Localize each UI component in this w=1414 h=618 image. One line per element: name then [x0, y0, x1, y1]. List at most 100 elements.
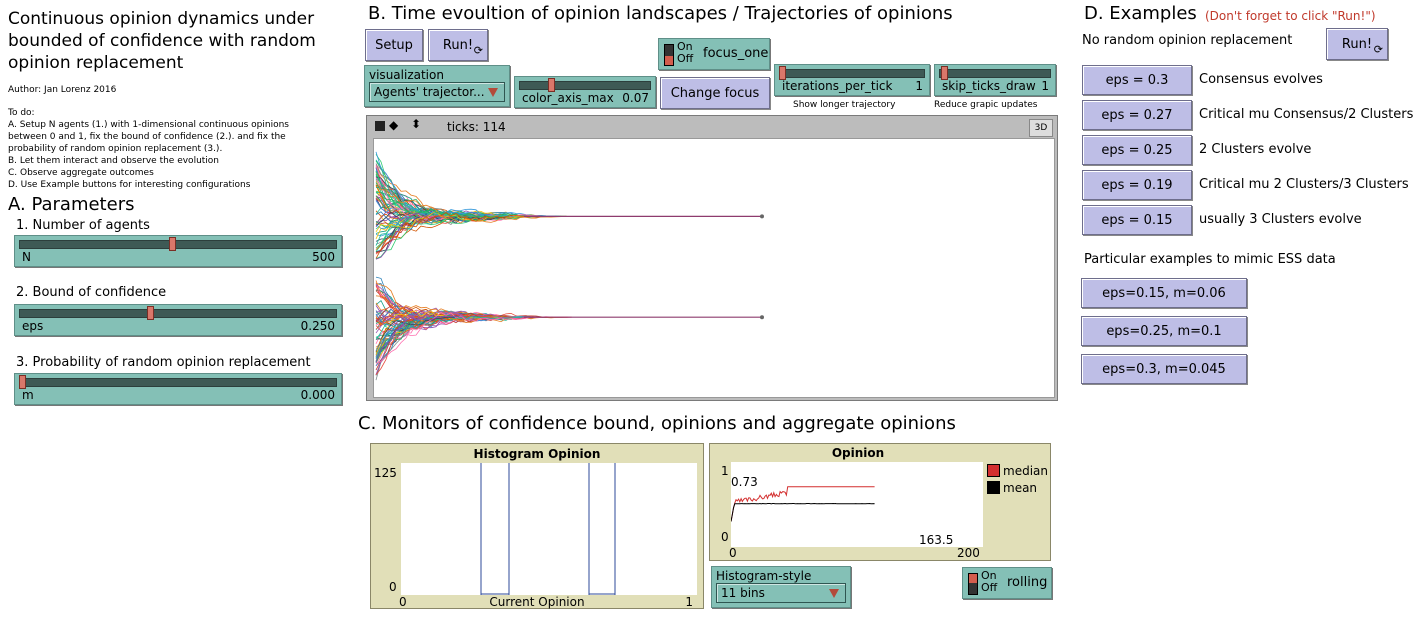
slider-track[interactable] [779, 69, 925, 78]
slider-thumb[interactable] [941, 66, 948, 80]
visualization-chooser[interactable]: visualization Agents' trajector... [364, 65, 510, 107]
view-3d-button[interactable]: 3D [1029, 119, 1053, 137]
slider-thumb[interactable] [19, 375, 26, 389]
slider-name: skip_ticks_draw [942, 79, 1036, 93]
slider-value: 0.000 [300, 388, 335, 402]
ess-button-label: eps=0.25, m=0.1 [1106, 323, 1222, 339]
skip-ticks-draw-slider[interactable]: skip_ticks_draw 1 [934, 64, 1056, 96]
cluster-endpoint [760, 315, 764, 320]
todo-line: C. Observe aggregate outcomes [8, 168, 154, 178]
change-focus-label: Change focus [670, 85, 760, 101]
histogram-plot: Histogram Opinion 125 0 0 Current Opinio… [370, 443, 704, 609]
example-button-eps-0.25[interactable]: eps = 0.25 [1082, 135, 1192, 165]
example-desc: Consensus evolves [1199, 72, 1323, 87]
ess-example-button-3[interactable]: eps=0.3, m=0.045 [1081, 354, 1247, 384]
slider-track[interactable] [19, 378, 337, 387]
skip-caption: Reduce grapic updates [934, 100, 1038, 110]
slider-name: m [22, 388, 34, 402]
todo-line: A. Setup N agents (1.) with 1-dimensiona… [8, 120, 289, 130]
hist-ymax: 125 [374, 466, 397, 480]
ess-example-button-1[interactable]: eps=0.15, m=0.06 [1081, 278, 1247, 308]
author-text: Author: Jan Lorenz 2016 [8, 85, 117, 95]
slider-track[interactable] [19, 309, 337, 318]
example-button-eps-0.3[interactable]: eps = 0.3 [1082, 65, 1192, 95]
op-xmax: 200 [957, 546, 980, 560]
focus-one-switch[interactable]: On Off focus_one [658, 38, 770, 70]
slider-value: 0.250 [300, 319, 335, 333]
opinion-area: 0.73 163.5 [730, 462, 983, 547]
op-ymin: 0 [721, 530, 729, 544]
switch-knob[interactable] [968, 573, 978, 595]
op-xmin: 0 [729, 546, 737, 560]
example-button-eps-0.27[interactable]: eps = 0.27 [1082, 100, 1192, 130]
rolling-label: rolling [1007, 575, 1048, 590]
example-desc: Critical mu Consensus/2 Clusters [1199, 107, 1414, 122]
example-button-eps-0.19[interactable]: eps = 0.19 [1082, 170, 1192, 200]
section-b-heading: B. Time evoultion of opinion landscapes … [368, 3, 953, 24]
slider-thumb[interactable] [147, 306, 155, 320]
slider-thumb[interactable] [547, 78, 555, 92]
slider-track[interactable] [19, 240, 337, 249]
updown-icon[interactable]: ⬍ [411, 117, 421, 131]
mean-line [730, 502, 875, 522]
chooser-value: 11 bins [721, 586, 765, 600]
example-desc: usually 3 Clusters evolve [1199, 212, 1362, 227]
speed-icon[interactable] [375, 121, 385, 131]
op-value-label: 0.73 [731, 475, 758, 489]
example-desc: 2 Clusters evolve [1199, 142, 1312, 157]
example-button-eps-0.15[interactable]: eps = 0.15 [1082, 205, 1192, 235]
m-slider[interactable]: m 0.000 [14, 373, 342, 405]
title-line-1: Continuous opinion dynamics under [8, 9, 315, 29]
forever-icon: ⟳ [473, 44, 483, 57]
rolling-switch[interactable]: On Off rolling [962, 567, 1052, 599]
histogram-area [401, 463, 697, 595]
slider-value: 500 [312, 250, 335, 264]
hist-xlabel: Current Opinion [489, 595, 585, 609]
todo-line: between 0 and 1, fix the bound of confid… [8, 132, 286, 142]
param-2-label: 2. Bound of confidence [16, 285, 167, 300]
param-1-label: 1. Number of agents [16, 218, 150, 233]
setup-button[interactable]: Setup [365, 29, 423, 61]
view-3d-label: 3D [1034, 123, 1048, 133]
cluster-endpoint [760, 214, 764, 219]
run-label: Run! [1341, 36, 1373, 52]
section-c-heading: C. Monitors of confidence bound, opinion… [358, 413, 956, 434]
model-title: Continuous opinion dynamics under bounde… [8, 8, 358, 74]
eps-slider[interactable]: eps 0.250 [14, 304, 342, 336]
n-slider[interactable]: N 500 [14, 235, 342, 267]
ticks-counter: ticks: 114 [447, 120, 506, 134]
histogram-style-chooser[interactable]: Histogram-style 11 bins [711, 566, 851, 608]
chooser-value: Agents' trajector... [374, 85, 485, 99]
slider-track[interactable] [939, 69, 1051, 78]
todo-line: To do: [8, 108, 35, 118]
change-focus-button[interactable]: Change focus [660, 77, 770, 109]
example-desc: Critical mu 2 Clusters/3 Clusters [1199, 177, 1409, 192]
opinion-plot: Opinion 1 0 0.73 163.5 0 200 median mean [709, 443, 1051, 561]
slider-thumb[interactable] [779, 66, 786, 80]
color-axis-max-slider[interactable]: color_axis_max 0.07 [514, 76, 656, 108]
slider-thumb[interactable] [169, 237, 177, 251]
chooser-value-box[interactable]: 11 bins [716, 583, 846, 603]
histogram-title: Histogram Opinion [473, 447, 601, 461]
run-button[interactable]: Run! ⟳ [428, 29, 488, 61]
switch-knob[interactable] [664, 44, 674, 66]
arrows-icon[interactable]: ◆ [389, 118, 398, 132]
todo-text: To do: A. Setup N agents (1.) with 1-dim… [8, 107, 358, 191]
focus-one-label: focus_one [703, 46, 769, 61]
examples-run-button[interactable]: Run! ⟳ [1326, 28, 1388, 60]
slider-track[interactable] [519, 81, 651, 90]
slider-name: iterations_per_tick [782, 79, 893, 93]
ess-example-button-2[interactable]: eps=0.25, m=0.1 [1081, 316, 1247, 346]
ess-button-label: eps=0.15, m=0.06 [1102, 285, 1226, 301]
histogram-bars [480, 463, 616, 595]
ess-examples-label: Particular examples to mimic ESS data [1084, 252, 1336, 267]
slider-value: 0.07 [622, 91, 649, 105]
chooser-value-box[interactable]: Agents' trajector... [369, 82, 505, 102]
setup-label: Setup [375, 37, 413, 53]
iterations-per-tick-slider[interactable]: iterations_per_tick 1 [774, 64, 930, 96]
world-view[interactable]: ◆ ⬍ ticks: 114 3D [366, 115, 1058, 401]
dropdown-arrow-icon [829, 589, 839, 598]
title-line-2: bounded of confidence with random [8, 31, 316, 51]
op-x-readout: 163.5 [919, 533, 954, 547]
slider-value: 1 [915, 79, 923, 93]
